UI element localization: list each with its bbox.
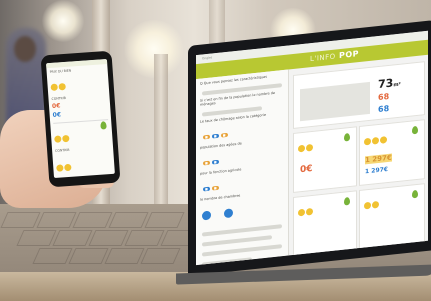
smartphone: PRIX DU BIEN CONTRIB 0€ 0€ CONTRIB 0€ (40, 50, 121, 188)
laptop: Onglet L'INFO POP Q Que vous pensez les … (188, 19, 431, 277)
background-person-head (14, 36, 36, 62)
questionnaire-panel: Q Que vous pensez les caractéristiques S… (196, 69, 289, 266)
result-card (359, 183, 425, 251)
result-value: 1 297€ (365, 165, 388, 176)
nav-button[interactable] (202, 210, 211, 221)
phone-price: 0€ (52, 111, 62, 119)
result-card: 0€ (293, 126, 357, 193)
result-value: 1 297€ (365, 153, 392, 165)
nav-button[interactable] (224, 208, 234, 219)
result-card: 1 297€ 1 297€ (359, 119, 425, 187)
app-brand-name: POP (338, 49, 359, 61)
result-card (293, 190, 357, 257)
results-panel: 73m² 68 68 0€ 1 297€ 1 297€ (289, 55, 428, 257)
phone-screen: PRIX DU BIEN CONTRIB 0€ 0€ CONTRIB 0€ (46, 59, 115, 178)
photo-scene: Onglet L'INFO POP Q Que vous pensez les … (0, 0, 431, 301)
orange-value: 68 (378, 91, 390, 103)
surface-value: 73m² (378, 76, 401, 92)
app-brand-prefix: L'INFO (310, 52, 336, 64)
area-grid (300, 81, 370, 122)
stone-column (154, 54, 168, 204)
laptop-screen: Onglet L'INFO POP Q Que vous pensez les … (196, 30, 428, 266)
leaf-icon (100, 121, 107, 130)
blue-value: 68 (378, 103, 390, 115)
phone-price: 0€ (57, 176, 112, 178)
summary-card: 73m² 68 68 (293, 61, 425, 129)
app-brand: L'INFO POP (310, 49, 359, 63)
result-value: 0€ (300, 163, 313, 176)
ceiling-lamp (42, 0, 84, 42)
